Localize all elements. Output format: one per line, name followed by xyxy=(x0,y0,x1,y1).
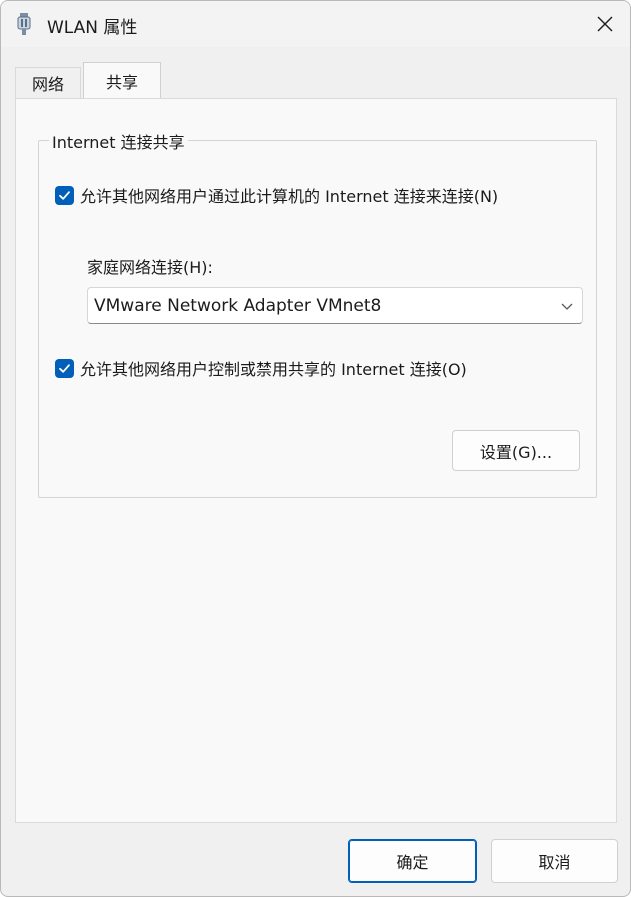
window-title: WLAN 属性 xyxy=(47,18,138,38)
cancel-button-label: 取消 xyxy=(538,853,571,872)
checkmark-icon xyxy=(59,190,70,200)
sharing-panel: Internet 连接共享 允许其他网络用户通过此计算机的 Internet 连… xyxy=(15,98,617,823)
settings-button[interactable]: 设置(G)... xyxy=(452,430,580,471)
settings-button-label: 设置(G)... xyxy=(479,442,553,462)
allow-connect-label: 允许其他网络用户通过此计算机的 Internet 连接来连接(N) xyxy=(80,187,499,206)
cancel-button[interactable]: 取消 xyxy=(491,839,618,883)
home-network-label: 家庭网络连接(H): xyxy=(87,258,213,277)
network-adapter-icon xyxy=(17,13,31,35)
properties-dialog: WLAN 属性 网络 共享 Internet 连接共享 允许其他网络用户通过此计… xyxy=(0,0,631,897)
ok-button-label: 确定 xyxy=(396,853,429,872)
close-button[interactable] xyxy=(580,1,630,47)
close-icon xyxy=(597,16,613,32)
tab-sharing-label: 共享 xyxy=(105,72,138,92)
chevron-down-icon xyxy=(561,303,573,310)
ok-button[interactable]: 确定 xyxy=(348,839,477,883)
allow-connect-checkbox[interactable] xyxy=(55,185,74,205)
ics-group-title: Internet 连接共享 xyxy=(49,129,188,153)
ics-group: Internet 连接共享 允许其他网络用户通过此计算机的 Internet 连… xyxy=(38,129,597,498)
allow-control-checkbox[interactable] xyxy=(55,358,74,378)
checkmark-icon xyxy=(59,363,70,373)
title-bar: WLAN 属性 xyxy=(1,1,630,47)
allow-control-option[interactable]: 允许其他网络用户控制或禁用共享的 Internet 连接(O) xyxy=(55,356,467,380)
tab-network[interactable]: 网络 xyxy=(15,67,81,98)
home-network-value: VMware Network Adapter VMnet8 xyxy=(94,295,382,316)
tab-network-label: 网络 xyxy=(31,75,64,94)
allow-connect-option[interactable]: 允许其他网络用户通过此计算机的 Internet 连接来连接(N) xyxy=(55,183,498,207)
home-network-select[interactable]: VMware Network Adapter VMnet8 xyxy=(87,287,583,324)
allow-control-label: 允许其他网络用户控制或禁用共享的 Internet 连接(O) xyxy=(80,360,467,379)
tab-sharing[interactable]: 共享 xyxy=(83,62,161,98)
